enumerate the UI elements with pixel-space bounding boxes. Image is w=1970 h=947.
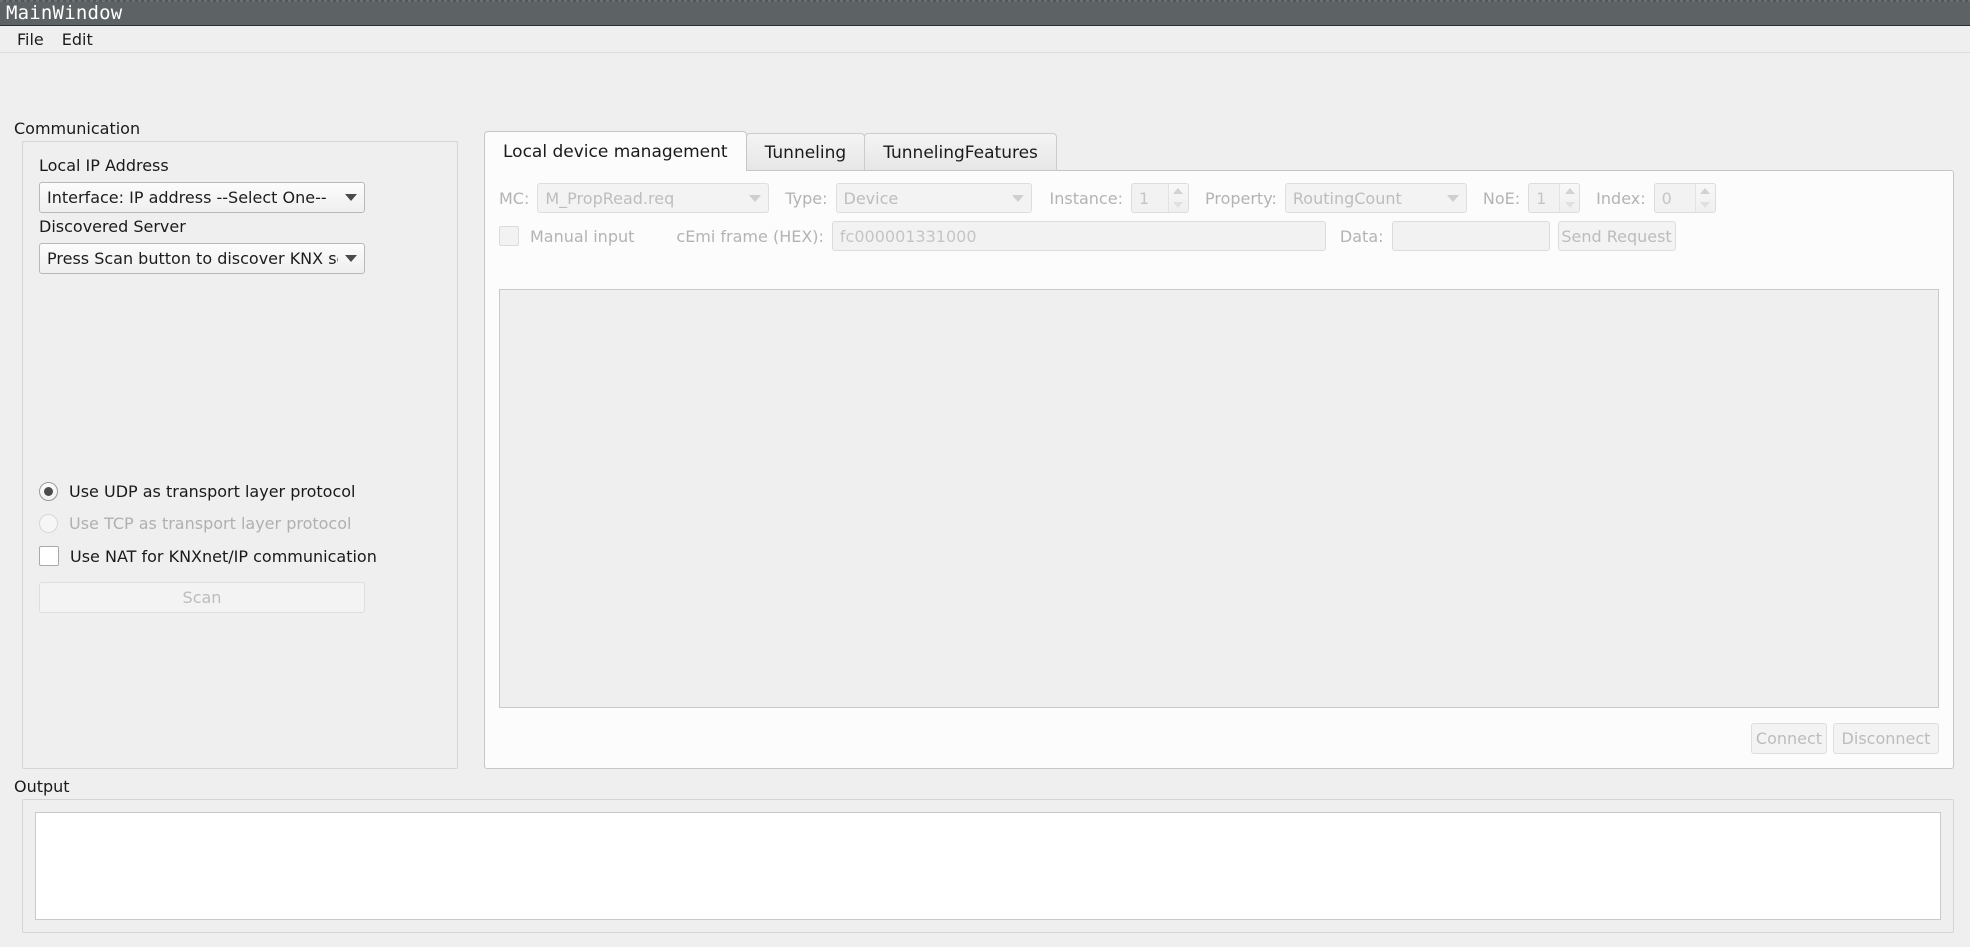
output-textarea[interactable] xyxy=(35,812,1941,920)
main-content: Communication Local IP Address Interface… xyxy=(0,53,1970,947)
instance-spinbox[interactable]: 1 xyxy=(1130,183,1189,213)
tab-local-device-management[interactable]: Local device management xyxy=(484,131,747,171)
udp-radio-label: Use UDP as transport layer protocol xyxy=(69,482,356,501)
noe-spinbox[interactable]: 1 xyxy=(1528,183,1581,213)
index-spinbox-value: 0 xyxy=(1661,188,1672,208)
mc-label: MC: xyxy=(499,188,530,208)
type-label: Type: xyxy=(785,188,828,208)
data-label: Data: xyxy=(1339,226,1384,246)
property-combobox[interactable]: RoutingCount xyxy=(1284,183,1467,213)
tab-tunneling[interactable]: Tunneling xyxy=(745,133,866,171)
communication-group-frame: Local IP Address Interface: IP address -… xyxy=(22,141,458,769)
discovered-server-label: Discovered Server xyxy=(39,217,186,236)
discovered-server-combobox[interactable]: Press Scan button to discover KNX server… xyxy=(39,243,365,274)
interface-ip-combobox-value: Interface: IP address --Select One-- xyxy=(47,188,327,207)
cemi-frame-input[interactable]: fc000001331000 xyxy=(831,221,1326,251)
nat-checkbox-label: Use NAT for KNXnet/IP communication xyxy=(70,546,377,566)
scan-button[interactable]: Scan xyxy=(39,582,365,613)
output-group-frame xyxy=(22,799,1954,933)
type-combobox[interactable]: Device xyxy=(835,183,1032,213)
connect-button[interactable]: Connect xyxy=(1751,723,1827,754)
manual-input-checkbox-indicator[interactable] xyxy=(499,226,519,246)
tcp-radio-indicator xyxy=(39,514,58,533)
device-management-log-pane[interactable] xyxy=(499,289,1939,708)
chevron-down-icon xyxy=(1005,194,1031,202)
noe-spinbox-buttons[interactable] xyxy=(1559,184,1580,212)
cemi-frame-label: cEmi frame (HEX): xyxy=(676,226,824,246)
menu-file[interactable]: File xyxy=(8,28,53,51)
window-title: MainWindow xyxy=(6,2,123,24)
spinner-down-icon[interactable] xyxy=(1560,198,1579,212)
noe-label: NoE: xyxy=(1482,188,1521,208)
tabs-panel: Local device management Tunneling Tunnel… xyxy=(484,131,1954,769)
mc-combobox-value: M_PropRead.req xyxy=(545,188,675,208)
nat-checkbox-row[interactable]: Use NAT for KNXnet/IP communication xyxy=(39,546,377,566)
data-input[interactable] xyxy=(1391,221,1550,251)
interface-ip-combobox[interactable]: Interface: IP address --Select One-- xyxy=(39,182,365,213)
instance-spinbox-value: 1 xyxy=(1138,188,1150,208)
mc-combobox[interactable]: M_PropRead.req xyxy=(537,183,770,213)
udp-radio-indicator[interactable] xyxy=(39,482,58,501)
manual-input-label: Manual input xyxy=(530,226,635,246)
chevron-down-icon xyxy=(338,255,364,262)
spinner-down-icon[interactable] xyxy=(1169,198,1188,212)
instance-label: Instance: xyxy=(1049,188,1123,208)
output-group-title: Output xyxy=(14,777,70,796)
udp-radio-row[interactable]: Use UDP as transport layer protocol xyxy=(39,482,355,501)
disconnect-button[interactable]: Disconnect xyxy=(1833,723,1939,754)
property-label: Property: xyxy=(1204,188,1277,208)
spinner-down-icon[interactable] xyxy=(1696,198,1715,212)
discovered-server-combobox-value: Press Scan button to discover KNX server… xyxy=(47,249,338,268)
property-combobox-value: RoutingCount xyxy=(1292,188,1402,208)
output-group: Output xyxy=(0,777,1970,947)
chevron-down-icon xyxy=(1440,194,1466,202)
local-ip-label: Local IP Address xyxy=(39,156,169,175)
menubar: File Edit xyxy=(0,26,1970,53)
noe-spinbox-value: 1 xyxy=(1536,188,1547,208)
spinner-up-icon[interactable] xyxy=(1696,184,1715,198)
index-spinbox-buttons[interactable] xyxy=(1694,184,1715,212)
tcp-radio-row: Use TCP as transport layer protocol xyxy=(39,514,351,533)
communication-group-title: Communication xyxy=(14,119,141,138)
tab-tunneling-features[interactable]: TunnelingFeatures xyxy=(864,133,1057,171)
tabbar: Local device management Tunneling Tunnel… xyxy=(484,131,1057,171)
chevron-down-icon xyxy=(742,194,768,202)
index-spinbox[interactable]: 0 xyxy=(1653,183,1716,213)
type-combobox-value: Device xyxy=(843,188,899,208)
instance-spinbox-buttons[interactable] xyxy=(1167,184,1188,212)
communication-group: Communication Local IP Address Interface… xyxy=(0,119,472,769)
spinner-up-icon[interactable] xyxy=(1169,184,1188,198)
tcp-radio-label: Use TCP as transport layer protocol xyxy=(69,514,352,533)
window-titlebar: MainWindow xyxy=(0,0,1970,26)
send-request-button[interactable]: Send Request xyxy=(1557,221,1676,251)
menu-edit[interactable]: Edit xyxy=(53,28,102,51)
tab-content-local-device-management: MC: M_PropRead.req Type: Device Instance… xyxy=(484,170,1954,769)
spinner-up-icon[interactable] xyxy=(1560,184,1579,198)
index-label: Index: xyxy=(1596,188,1646,208)
chevron-down-icon xyxy=(338,194,364,201)
nat-checkbox-indicator[interactable] xyxy=(39,546,59,566)
